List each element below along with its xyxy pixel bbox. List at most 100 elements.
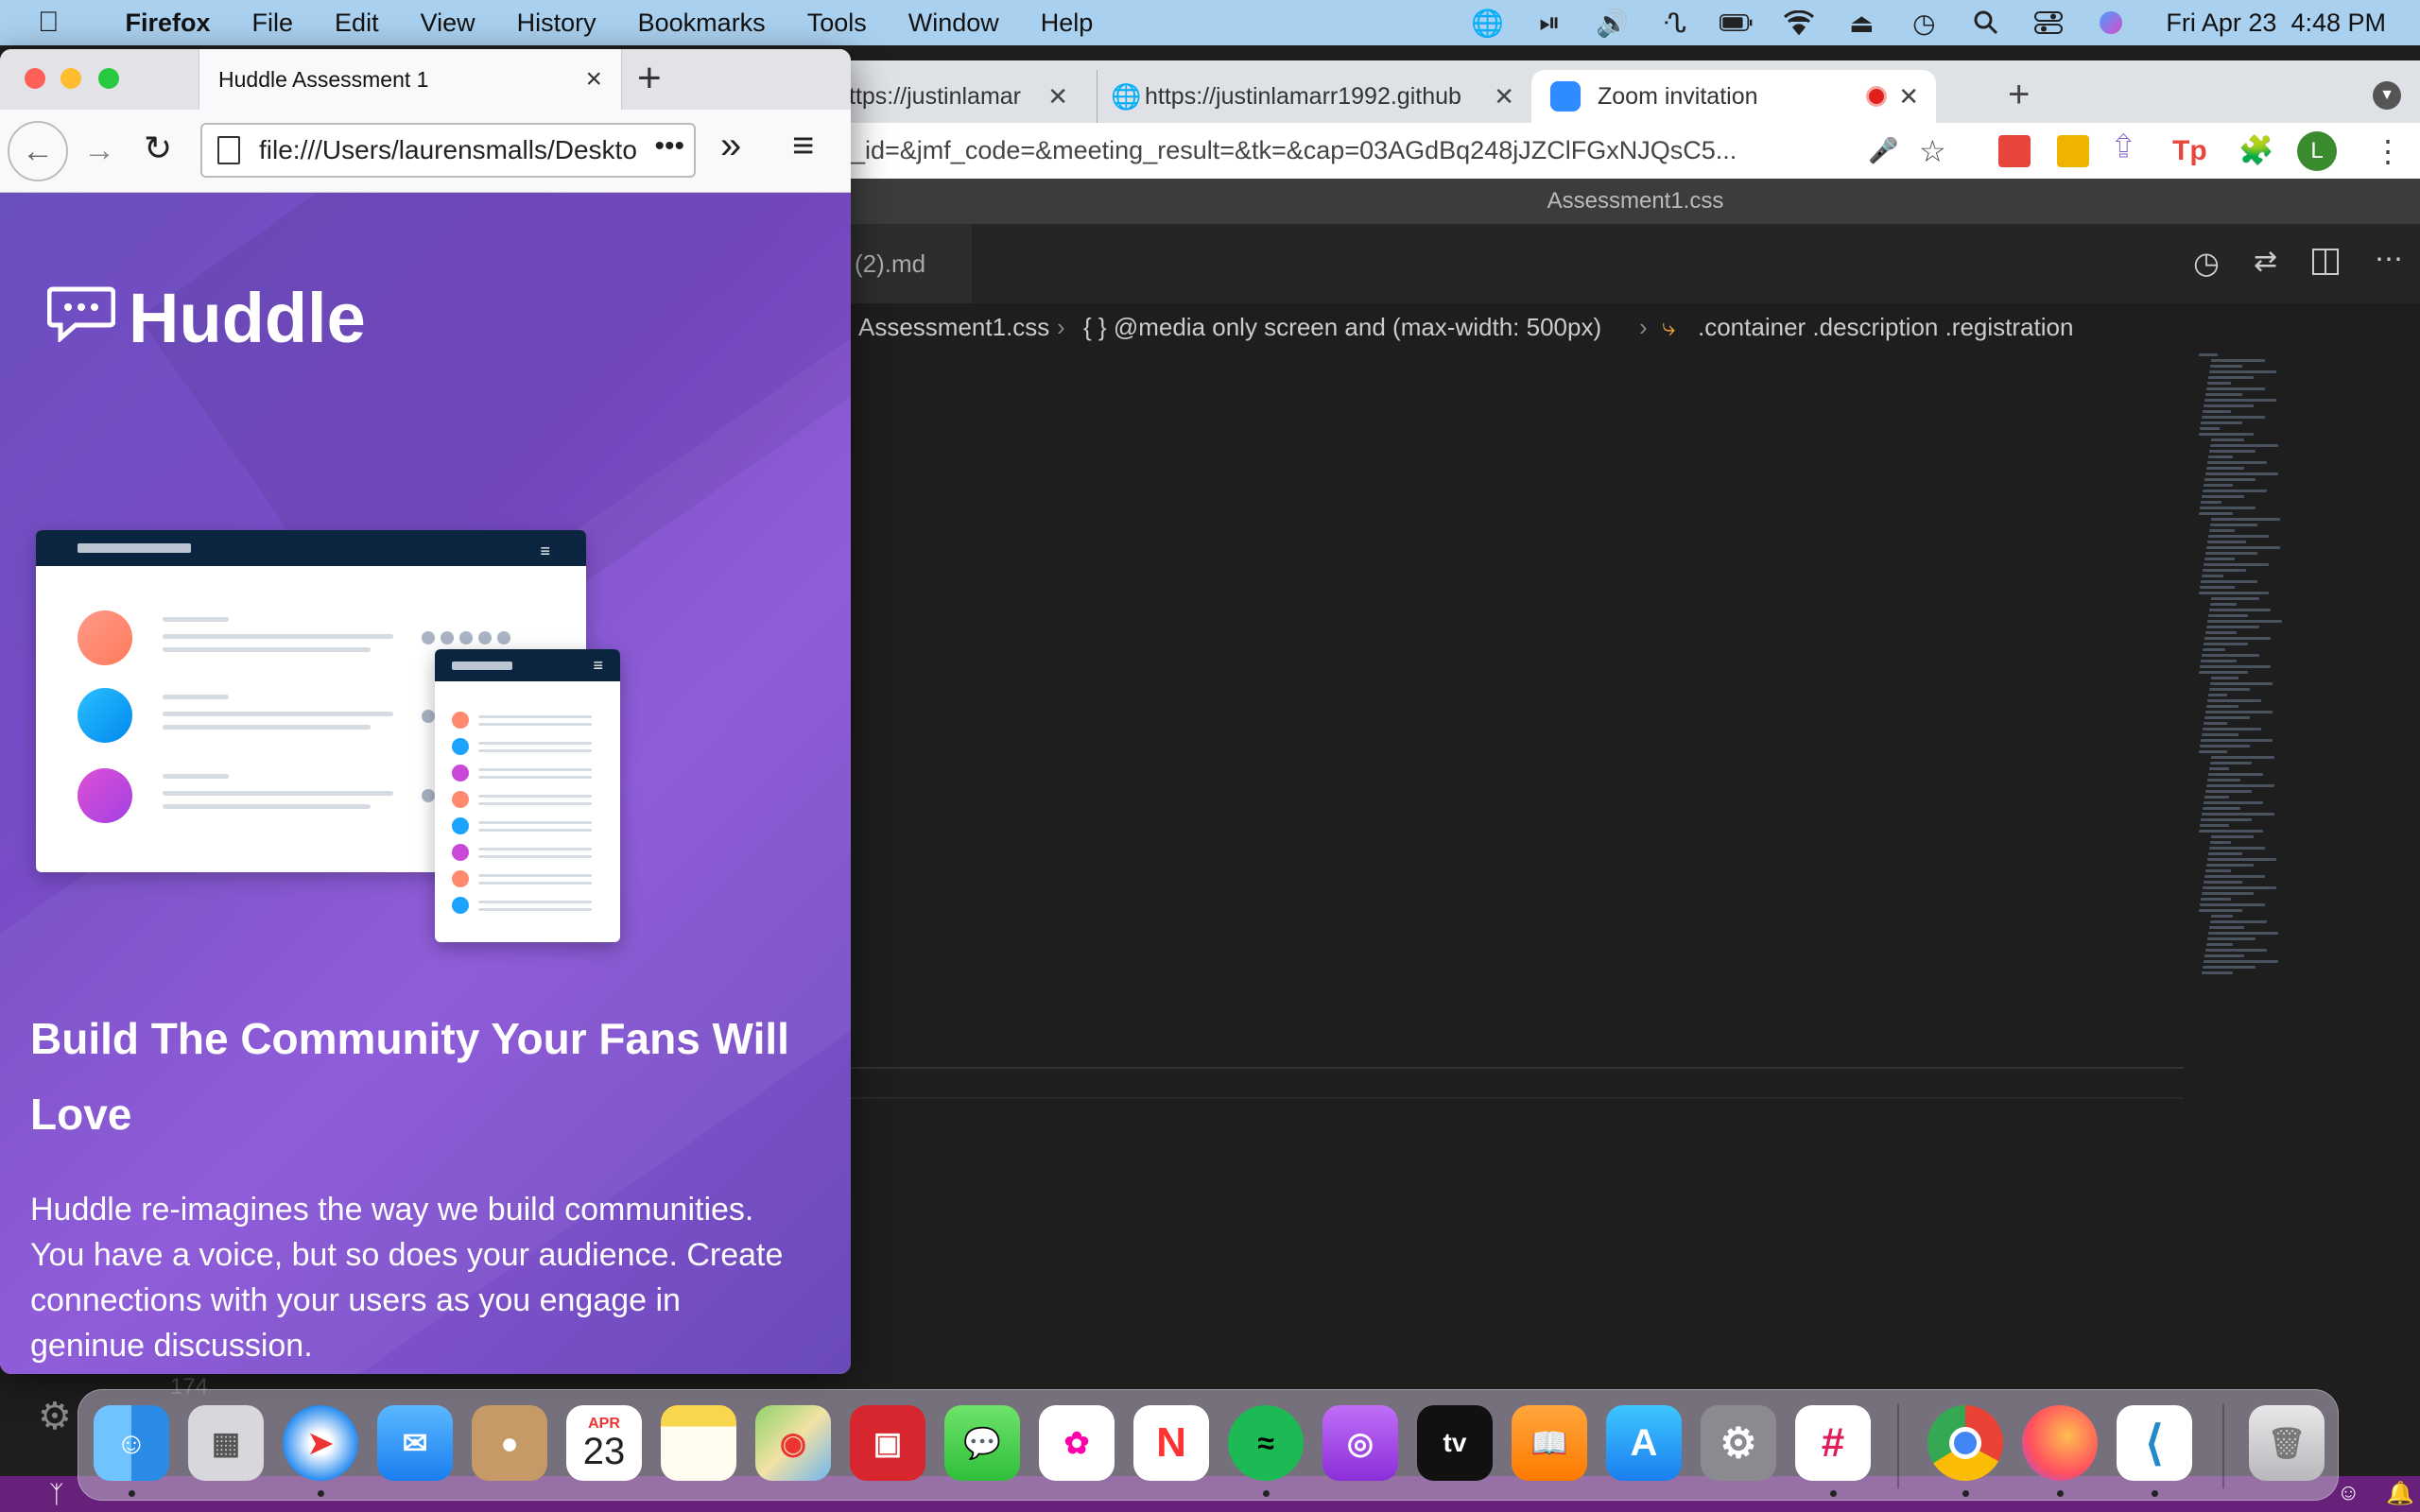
- battery-icon[interactable]: [1720, 6, 1754, 40]
- control-center-icon[interactable]: [2031, 6, 2066, 40]
- menu-dots-icon[interactable]: ⋮: [2373, 133, 2403, 169]
- podcasts-icon[interactable]: ◎: [1322, 1405, 1398, 1481]
- breadcrumb-media-query[interactable]: { } @media only screen and (max-width: 5…: [1083, 303, 1601, 351]
- extension-icon[interactable]: [2057, 134, 2089, 167]
- close-window-button[interactable]: [25, 68, 45, 89]
- menu-clock[interactable]: Fri Apr 23 4:48 PM: [2166, 9, 2386, 38]
- news-icon[interactable]: N: [1133, 1405, 1209, 1481]
- menu-app-name[interactable]: Firefox: [126, 9, 211, 38]
- system-preferences-icon[interactable]: ⚙: [1701, 1405, 1776, 1481]
- extension-icon[interactable]: ⮸: [2114, 126, 2134, 177]
- minimap-line: [2211, 677, 2238, 679]
- timeline-icon[interactable]: ◷: [2193, 245, 2220, 281]
- forward-button[interactable]: →: [83, 132, 115, 169]
- eject-icon[interactable]: ⏏: [1844, 6, 1878, 40]
- bookmark-star-icon[interactable]: ☆: [1919, 133, 1946, 169]
- recording-icon: [1866, 86, 1887, 107]
- menu-history[interactable]: History: [517, 9, 596, 38]
- chrome-tab-3[interactable]: Zoom invitation ✕: [1531, 70, 1936, 123]
- minimap[interactable]: [2195, 351, 2327, 1012]
- trash-icon[interactable]: 🗑: [2249, 1405, 2325, 1481]
- notes-icon[interactable]: [661, 1405, 736, 1481]
- chrome-address-bar[interactable]: _id=&jmf_code=&meeting_result=&tk=&cap=0…: [851, 136, 1834, 165]
- compare-changes-icon[interactable]: ⇄: [2254, 245, 2277, 278]
- dock-separator: [1897, 1403, 1899, 1488]
- books-icon[interactable]: 📖: [1512, 1405, 1587, 1481]
- menu-edit[interactable]: Edit: [335, 9, 379, 38]
- chrome-icon[interactable]: [1927, 1405, 2003, 1481]
- more-actions-icon[interactable]: ⋯: [2375, 243, 2403, 276]
- apple-tv-icon[interactable]: tv: [1417, 1405, 1493, 1481]
- settings-gear-icon[interactable]: ⚙: [38, 1395, 72, 1438]
- launchpad-icon[interactable]: ▦: [188, 1405, 264, 1481]
- close-icon[interactable]: ✕: [1047, 82, 1068, 112]
- menu-bookmarks[interactable]: Bookmarks: [638, 9, 766, 38]
- calendar-icon[interactable]: APR 23: [566, 1405, 642, 1481]
- close-icon[interactable]: ✕: [1898, 82, 1919, 112]
- mail-icon[interactable]: ✉: [377, 1405, 453, 1481]
- wifi-icon[interactable]: [1782, 6, 1816, 40]
- page-actions-icon[interactable]: •••: [648, 130, 684, 163]
- menu-window[interactable]: Window: [908, 9, 999, 38]
- firefox-tab[interactable]: Huddle Assessment 1 ×: [199, 49, 622, 110]
- feedback-icon[interactable]: ☺: [2337, 1480, 2360, 1506]
- breadcrumb-selector[interactable]: .container .description .registration: [1698, 303, 2073, 351]
- menu-help[interactable]: Help: [1041, 9, 1094, 38]
- microphone-icon[interactable]: 🎤: [1868, 136, 1898, 165]
- minimize-window-button[interactable]: [60, 68, 81, 89]
- spotlight-search-icon[interactable]: [1969, 6, 2003, 40]
- globe-icon[interactable]: 🌐: [1470, 6, 1504, 40]
- close-icon[interactable]: ×: [585, 63, 602, 95]
- firefox-url-bar[interactable]: file:///Users/laurensmalls/Deskto •••: [200, 123, 696, 178]
- menu-file[interactable]: File: [252, 9, 294, 38]
- reload-button[interactable]: ↻: [144, 129, 172, 168]
- contacts-icon[interactable]: ●: [472, 1405, 547, 1481]
- play-icon[interactable]: ⏯: [1532, 6, 1566, 40]
- new-tab-button[interactable]: +: [2008, 74, 2030, 116]
- minimap-line: [2202, 892, 2254, 895]
- siri-icon[interactable]: [2094, 6, 2128, 40]
- slack-icon[interactable]: #: [1795, 1405, 1871, 1481]
- chrome-tab-2[interactable]: 🌐 https://justinlamarr1992.github ✕: [1097, 70, 1531, 123]
- finder-icon[interactable]: ☺: [94, 1405, 169, 1481]
- photos-icon[interactable]: ✿: [1039, 1405, 1115, 1481]
- time-machine-icon[interactable]: ◷: [1907, 6, 1941, 40]
- zoom-window-button[interactable]: [98, 68, 119, 89]
- menu-bar:  Firefox File Edit View History Bookmar…: [0, 0, 2420, 45]
- minimap-line: [2207, 461, 2267, 464]
- menu-view[interactable]: View: [421, 9, 475, 38]
- extension-icon[interactable]: Tp: [2172, 135, 2207, 167]
- chrome-tab-1[interactable]: ttps://justinlamar ✕: [839, 70, 1085, 123]
- tab-search-icon[interactable]: ▼: [2373, 81, 2401, 110]
- source-control-icon[interactable]: ᛉ: [49, 1480, 64, 1509]
- minimap-line: [2211, 756, 2274, 759]
- new-tab-button[interactable]: +: [637, 55, 662, 102]
- overflow-menu-icon[interactable]: »: [720, 125, 741, 167]
- vscode-icon[interactable]: ⟨: [2117, 1405, 2192, 1481]
- menu-tools[interactable]: Tools: [807, 9, 867, 38]
- bluetooth-icon[interactable]: ᔗ: [1657, 6, 1691, 40]
- minimap-line: [2208, 455, 2233, 458]
- minimap-line: [2202, 813, 2274, 816]
- apple-icon[interactable]: : [38, 7, 60, 39]
- vscode-tab[interactable]: (2).md: [851, 224, 972, 303]
- extension-icon[interactable]: [1998, 134, 2031, 167]
- avatar[interactable]: L: [2297, 130, 2337, 171]
- messages-icon[interactable]: 💬: [944, 1405, 1020, 1481]
- notifications-icon[interactable]: 🔔: [2386, 1480, 2414, 1507]
- hamburger-menu-icon[interactable]: ≡: [792, 125, 814, 167]
- back-button[interactable]: ←: [8, 121, 68, 181]
- firefox-icon[interactable]: [2022, 1405, 2098, 1481]
- spotify-icon[interactable]: ≈: [1228, 1405, 1304, 1481]
- close-icon[interactable]: ✕: [1494, 82, 1514, 112]
- app-store-icon[interactable]: A: [1606, 1405, 1682, 1481]
- maps-icon[interactable]: ◉: [755, 1405, 831, 1481]
- huddle-logo[interactable]: Huddle: [46, 278, 366, 358]
- photo-booth-icon[interactable]: ▣: [850, 1405, 925, 1481]
- volume-icon[interactable]: 🔊: [1595, 6, 1629, 40]
- split-editor-icon[interactable]: [2312, 249, 2339, 275]
- safari-icon[interactable]: ➤: [283, 1405, 358, 1481]
- breadcrumb-file[interactable]: Assessment1.css: [858, 303, 1049, 351]
- vscode-tab-bar: (2).md ◷ ⇄ ⋯: [851, 224, 2420, 303]
- puzzle-icon[interactable]: 🧩: [2238, 134, 2273, 167]
